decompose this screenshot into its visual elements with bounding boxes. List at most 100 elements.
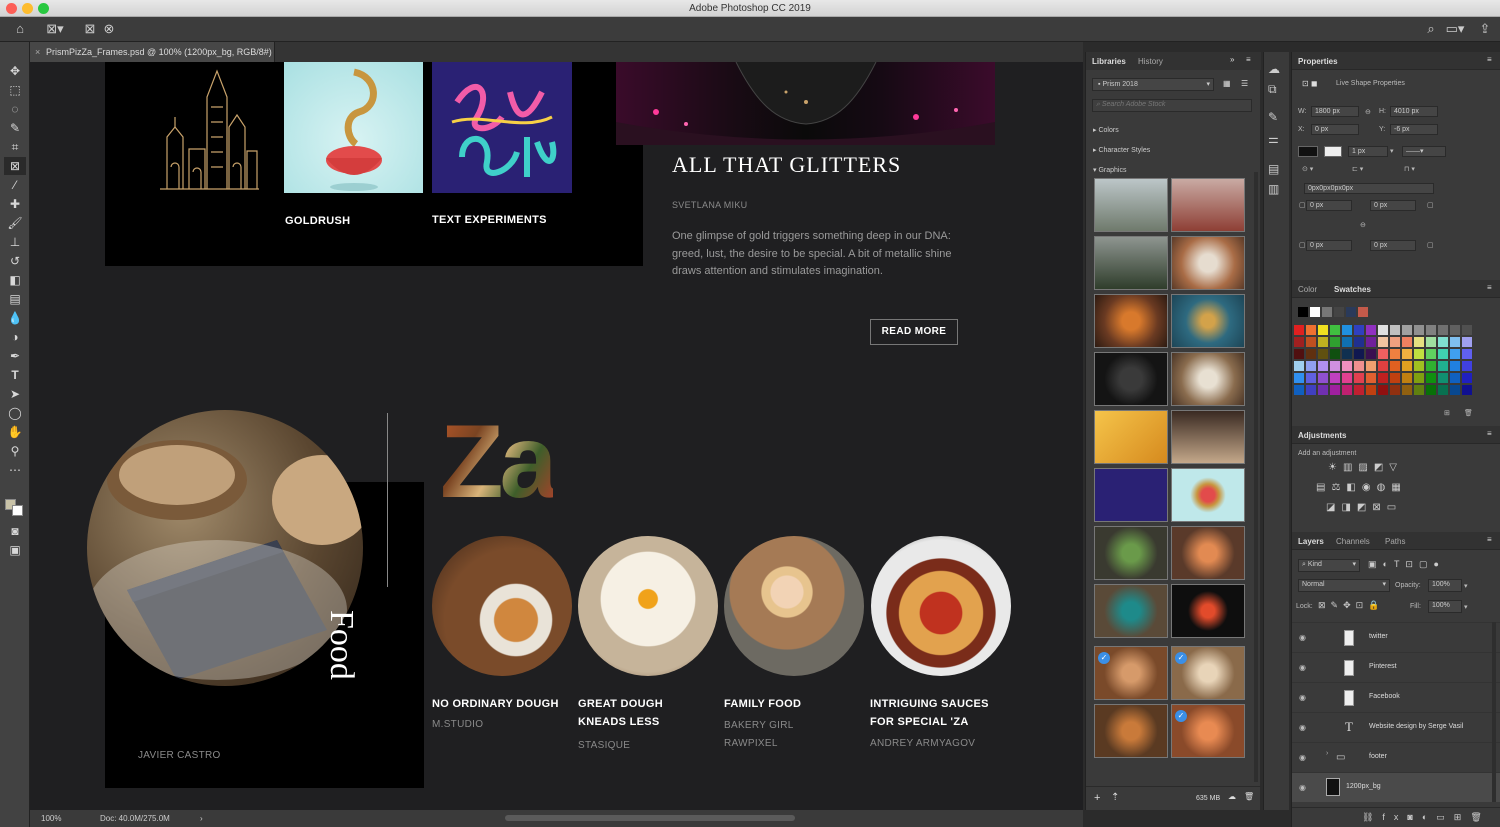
swatch[interactable]	[1346, 307, 1356, 317]
swatch[interactable]	[1366, 361, 1376, 371]
opacity-field[interactable]: 100%	[1428, 579, 1462, 592]
graphic-thumb[interactable]	[1094, 410, 1168, 464]
swatch[interactable]	[1330, 373, 1340, 383]
panel-menu-icon[interactable]: ≡	[1487, 535, 1492, 544]
width-field[interactable]: 1800 px	[1311, 106, 1359, 117]
stock-search-input[interactable]: ⌕ Search Adobe Stock	[1092, 99, 1252, 112]
more-tools-icon[interactable]: ⋯	[4, 461, 26, 479]
swatch[interactable]	[1306, 373, 1316, 383]
swatch[interactable]	[1402, 325, 1412, 335]
swatch[interactable]	[1402, 349, 1412, 359]
panel-menu-icon[interactable]: ≡	[1487, 429, 1492, 438]
swatch[interactable]	[1426, 361, 1436, 371]
swatch[interactable]	[1378, 349, 1388, 359]
swatch[interactable]	[1390, 385, 1400, 395]
section-colors[interactable]: ▸ Colors	[1093, 126, 1119, 134]
swatch[interactable]	[1462, 337, 1472, 347]
swatch[interactable]	[1342, 361, 1352, 371]
layers-footer-icons[interactable]: ⛓fx◙◐▭⊞🗑	[1292, 807, 1500, 827]
tab-history[interactable]: History	[1138, 57, 1163, 66]
graphic-thumb[interactable]	[1171, 468, 1245, 522]
graphic-thumb[interactable]	[1094, 526, 1168, 580]
search-icon[interactable]: ⌕	[1423, 21, 1439, 37]
swatch[interactable]	[1378, 373, 1388, 383]
swatch[interactable]	[1462, 373, 1472, 383]
swatch[interactable]	[1414, 361, 1424, 371]
section-graphics[interactable]: ▾ Graphics	[1093, 166, 1126, 174]
swatch[interactable]	[1378, 337, 1388, 347]
swatch[interactable]	[1318, 385, 1328, 395]
graphic-thumb[interactable]	[1171, 236, 1245, 290]
libraries-panel-icon[interactable]: ☁	[1268, 62, 1280, 76]
zoom-tool-icon[interactable]: ⚲	[4, 442, 26, 460]
background-color-swatch[interactable]	[12, 505, 23, 516]
swatch[interactable]	[1306, 349, 1316, 359]
swatch[interactable]	[1330, 361, 1340, 371]
graphic-thumb[interactable]	[1171, 410, 1245, 464]
tab-color[interactable]: Color	[1298, 285, 1317, 294]
swatch[interactable]	[1366, 325, 1376, 335]
swatch[interactable]	[1450, 337, 1460, 347]
swatch[interactable]	[1450, 373, 1460, 383]
swatch[interactable]	[1318, 349, 1328, 359]
swatch[interactable]	[1402, 373, 1412, 383]
collapse-icon[interactable]: »	[1230, 55, 1234, 64]
path-select-icon[interactable]: ➤	[4, 385, 26, 403]
clone-stamp-icon[interactable]: ⊥	[4, 233, 26, 251]
chevron-right-icon[interactable]: ›	[1326, 750, 1328, 757]
history-brush-icon[interactable]: ↺	[4, 252, 26, 270]
layers-scrollbar[interactable]	[1492, 622, 1496, 802]
zoom-level[interactable]: 100%	[41, 810, 61, 827]
swatch[interactable]	[1426, 373, 1436, 383]
swatch[interactable]	[1294, 385, 1304, 395]
healing-brush-icon[interactable]: ✚	[4, 195, 26, 213]
adjustment-icons-row-3[interactable]: ◪◨◩⊠▭	[1326, 502, 1402, 513]
pen-tool-icon[interactable]: ✒	[4, 347, 26, 365]
layer-filter-dropdown[interactable]: ⌕ Kind ▾	[1298, 559, 1360, 572]
marquee-tool-icon[interactable]: ⬚	[4, 81, 26, 99]
library-selector[interactable]: ▪ Prism 2018 ▾	[1092, 78, 1214, 91]
y-field[interactable]: -6 px	[1390, 124, 1438, 135]
dodge-tool-icon[interactable]: ◑	[4, 328, 26, 346]
swatch[interactable]	[1378, 361, 1388, 371]
frame-tool-icon[interactable]: ⊠	[4, 157, 26, 175]
corner-radius-field[interactable]: 0px0px0px0px	[1304, 183, 1434, 194]
move-tool-icon[interactable]: ✥	[4, 62, 26, 80]
libraries-scrollbar[interactable]	[1254, 172, 1258, 782]
eyedropper-icon[interactable]: ⁄	[4, 176, 26, 194]
list-view-icon[interactable]: ☰	[1241, 79, 1248, 88]
eye-icon[interactable]: ◉	[1299, 783, 1306, 792]
document-tab[interactable]: × PrismPizZa_Frames.psd @ 100% (1200px_b…	[30, 42, 275, 62]
eye-icon[interactable]: ◉	[1299, 753, 1306, 762]
swatch[interactable]	[1402, 361, 1412, 371]
quick-mask-icon[interactable]: ◙	[4, 522, 26, 540]
swatch[interactable]	[1334, 307, 1344, 317]
swatch[interactable]	[1414, 349, 1424, 359]
tab-channels[interactable]: Channels	[1336, 537, 1370, 546]
swatch[interactable]	[1390, 337, 1400, 347]
swatch[interactable]	[1450, 349, 1460, 359]
horizontal-scrollbar[interactable]	[505, 815, 795, 821]
swatch[interactable]	[1462, 325, 1472, 335]
layer-comps-icon[interactable]: ▤	[1268, 162, 1279, 176]
swatch[interactable]	[1330, 337, 1340, 347]
swatch[interactable]	[1306, 385, 1316, 395]
eye-icon[interactable]: ◉	[1299, 633, 1306, 642]
ellipse-frame-icon[interactable]: ⊗	[101, 21, 117, 37]
adjustment-icons-row-2[interactable]: ▤⚖◧◉◍▦	[1316, 482, 1407, 493]
swatch[interactable]	[1426, 337, 1436, 347]
chevron-down-icon[interactable]: ▾	[1464, 582, 1468, 590]
stroke-type-dropdown[interactable]: ——▾	[1402, 146, 1446, 157]
swatch[interactable]	[1462, 361, 1472, 371]
eye-icon[interactable]: ◉	[1299, 663, 1306, 672]
swatch[interactable]	[1306, 361, 1316, 371]
swatch[interactable]	[1342, 373, 1352, 383]
swatch[interactable]	[1306, 325, 1316, 335]
layer-row-website-design[interactable]: ◉ T Website design by Serge Vasil	[1292, 712, 1500, 742]
trash-icon[interactable]: 🗑	[1464, 409, 1473, 417]
corner-radius-1[interactable]: 0 px	[1306, 200, 1352, 211]
history-panel-icon[interactable]: ⧉	[1268, 82, 1277, 97]
link-corners-icon[interactable]: ⊖	[1360, 221, 1366, 229]
swatch[interactable]	[1294, 373, 1304, 383]
section-character-styles[interactable]: ▸ Character Styles	[1093, 146, 1150, 154]
